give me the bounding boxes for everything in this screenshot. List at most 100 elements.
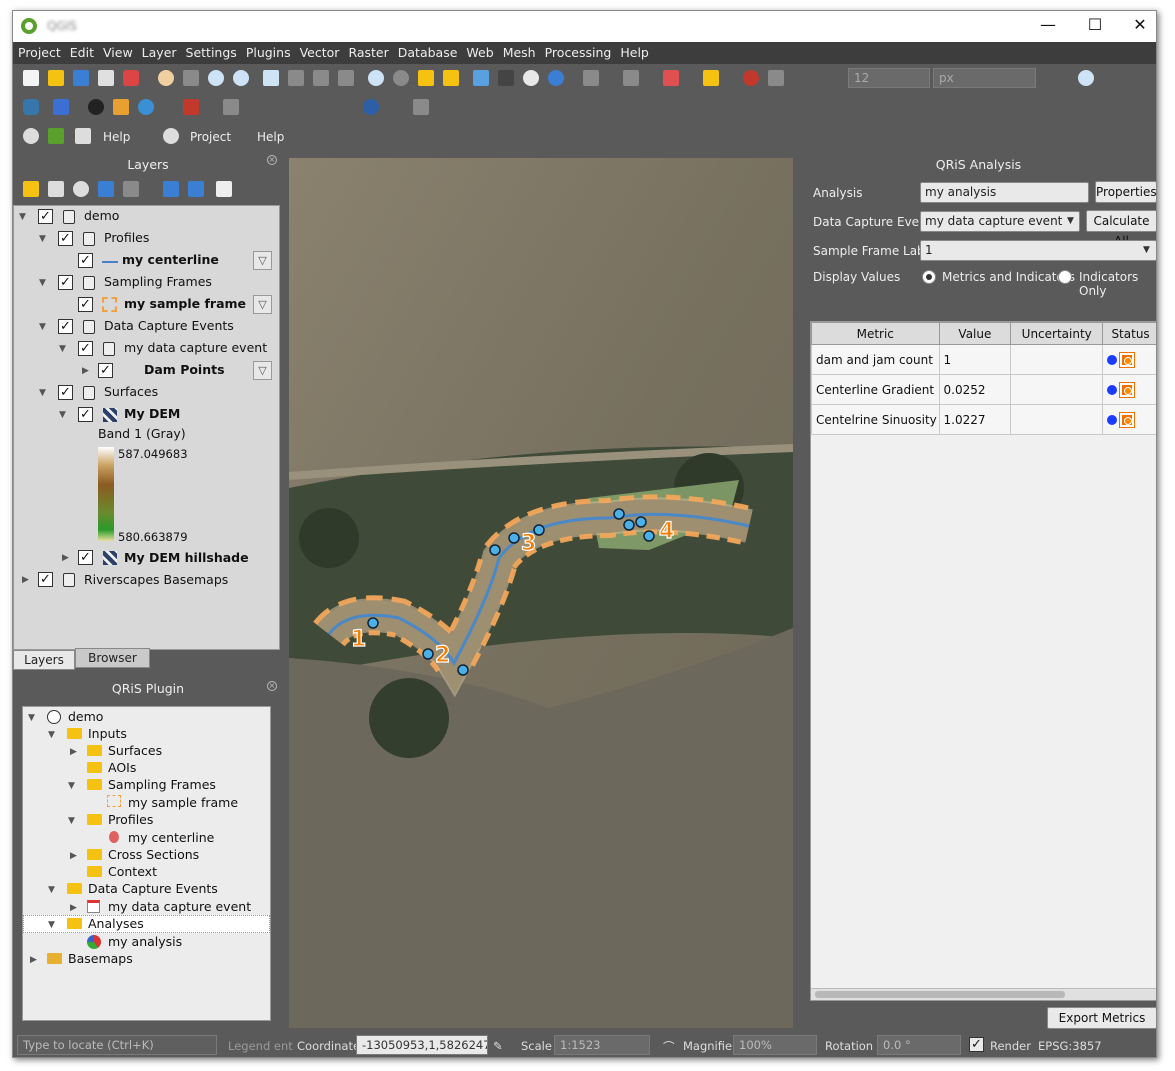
menu-database[interactable]: Database	[393, 42, 462, 60]
radio-metrics-indicators[interactable]	[922, 270, 936, 284]
radio-indicators-only[interactable]	[1058, 270, 1072, 284]
refresh-icon[interactable]	[498, 70, 514, 86]
unit-select[interactable]: px	[933, 68, 1036, 88]
expand-all-icon[interactable]	[163, 181, 179, 197]
calculate-all-button[interactable]: Calculate All	[1086, 210, 1156, 248]
tree-sampling-frames[interactable]: Sampling Frames	[108, 775, 216, 795]
zoom-last-icon[interactable]	[368, 70, 384, 86]
menu-vector[interactable]: Vector	[295, 42, 344, 60]
map-svg[interactable]: 1 2 3 4	[289, 158, 793, 1028]
column-value[interactable]: Value	[938, 322, 1012, 345]
help-menu-2[interactable]: Help	[257, 130, 284, 144]
chevron-right-icon[interactable]: ▶	[30, 955, 37, 965]
zoom-layer-icon[interactable]	[313, 70, 329, 86]
analysis-field[interactable]: my analysis	[920, 182, 1089, 203]
filter-icon[interactable]: ▽	[253, 251, 272, 270]
chevron-down-icon[interactable]: ▼	[59, 410, 66, 420]
collapse-all-icon[interactable]	[188, 181, 204, 197]
layer-my-dem-hillshade[interactable]: My DEM hillshade	[124, 548, 249, 568]
zoom-full-icon[interactable]	[263, 70, 279, 86]
wand-icon[interactable]	[113, 99, 129, 115]
font-size-spinbox[interactable]: 12	[848, 68, 930, 88]
checkbox[interactable]: ✓	[38, 572, 53, 587]
pan-selection-icon[interactable]	[183, 70, 199, 86]
edit-pencil-icon[interactable]	[223, 99, 239, 115]
checkbox[interactable]: ✓	[78, 297, 93, 312]
dce-select[interactable]: my data capture event	[920, 211, 1080, 232]
checkbox[interactable]: ✓	[78, 253, 93, 268]
chevron-down-icon[interactable]: ▼	[39, 234, 46, 244]
layer-my-sample-frame[interactable]: my sample frame	[124, 294, 246, 314]
properties-button[interactable]: Properties	[1095, 181, 1156, 203]
coordinate-field[interactable]: -13050953,1,5826247,1	[356, 1035, 488, 1055]
metasearch-icon[interactable]	[53, 99, 69, 115]
wt-icon[interactable]	[183, 99, 199, 115]
zoom-native-icon[interactable]	[338, 70, 354, 86]
chevron-down-icon[interactable]: ▼	[48, 730, 55, 740]
save-project-icon[interactable]	[73, 70, 89, 86]
sync-icon[interactable]	[138, 99, 154, 115]
layer-dam-points[interactable]: Dam Points	[144, 360, 225, 380]
rotation-spinbox[interactable]: 0.0 °	[877, 1035, 961, 1055]
temporal-icon[interactable]	[473, 70, 489, 86]
toolbox-icon[interactable]	[75, 128, 91, 144]
status-indicator-icon[interactable]	[1119, 351, 1136, 368]
zoom-in-icon[interactable]	[208, 70, 224, 86]
chevron-down-icon[interactable]: ▼	[1143, 245, 1150, 255]
digitize-icon[interactable]	[413, 99, 429, 115]
menu-settings[interactable]: Settings	[181, 42, 241, 60]
chevron-right-icon[interactable]: ▶	[62, 553, 69, 563]
checkbox[interactable]: ✓	[58, 319, 73, 334]
print-layout-icon[interactable]	[98, 70, 114, 86]
menu-layer[interactable]: Layer	[137, 42, 181, 60]
chevron-right-icon[interactable]: ▶	[70, 747, 77, 757]
column-uncertainty[interactable]: Uncertainty	[1010, 322, 1104, 345]
menu-view[interactable]: View	[98, 42, 137, 60]
status-indicator-icon[interactable]	[1119, 411, 1136, 428]
python-icon[interactable]	[23, 99, 39, 115]
layer-my-centerline[interactable]: my centerline	[122, 250, 219, 270]
render-checkbox[interactable]: ✓	[969, 1037, 984, 1052]
filter-icon[interactable]: ▽	[253, 295, 272, 314]
table-row[interactable]: Centelrine Sinuosity 1.0227	[811, 404, 1156, 435]
menu-processing[interactable]: Processing	[540, 42, 616, 60]
plugin-reloader-icon[interactable]	[88, 99, 104, 115]
chevron-down-icon[interactable]: ▼	[39, 322, 46, 332]
checkbox[interactable]: ✓	[78, 341, 93, 356]
scale-select[interactable]: 1:1523	[554, 1035, 650, 1055]
layer-group-profiles[interactable]: Profiles	[104, 228, 149, 248]
layout-manager-icon[interactable]	[123, 70, 139, 86]
open-project-icon[interactable]	[48, 70, 64, 86]
tab-browser[interactable]: Browser	[75, 648, 150, 668]
wkt-icon[interactable]	[363, 99, 379, 115]
menu-plugins[interactable]: Plugins	[241, 42, 295, 60]
help-menu-1[interactable]: Help	[103, 130, 130, 144]
chevron-down-icon[interactable]: ▼	[28, 713, 35, 723]
measure-icon[interactable]	[743, 70, 759, 86]
lock-icon[interactable]: ⌒	[663, 1039, 675, 1055]
menu-edit[interactable]: Edit	[65, 42, 98, 60]
chevron-right-icon[interactable]: ▶	[70, 903, 77, 913]
chevron-right-icon[interactable]: ▶	[70, 851, 77, 861]
radio-metrics-indicators-label[interactable]: Metrics and Indicators	[942, 270, 1075, 284]
select-features-icon[interactable]	[703, 70, 719, 86]
layer-style-icon[interactable]	[583, 70, 599, 86]
chevron-right-icon[interactable]: ▶	[82, 366, 89, 376]
minimize-button[interactable]: —	[1028, 15, 1068, 37]
locate-input[interactable]: Type to locate (Ctrl+K)	[17, 1035, 217, 1055]
layer-style-panel-icon[interactable]	[23, 181, 39, 197]
filter-icon[interactable]: ▽	[253, 361, 272, 380]
column-metric[interactable]: Metric	[811, 322, 940, 345]
label-icon[interactable]	[623, 70, 639, 86]
menu-raster[interactable]: Raster	[343, 42, 392, 60]
layers-close-icon[interactable]: ×	[267, 155, 277, 165]
tree-analyses[interactable]: Analyses	[88, 914, 144, 934]
sample-frame-label-select[interactable]: 1	[920, 240, 1156, 261]
chevron-down-icon[interactable]: ▼	[1067, 216, 1074, 226]
identify-icon[interactable]	[1078, 70, 1094, 86]
tree-basemaps[interactable]: Basemaps	[68, 949, 133, 969]
checkbox[interactable]: ✓	[58, 231, 73, 246]
filter-legend-icon[interactable]	[98, 181, 114, 197]
chevron-down-icon[interactable]: ▼	[59, 344, 66, 354]
plugin-close-icon[interactable]: ×	[267, 681, 277, 691]
